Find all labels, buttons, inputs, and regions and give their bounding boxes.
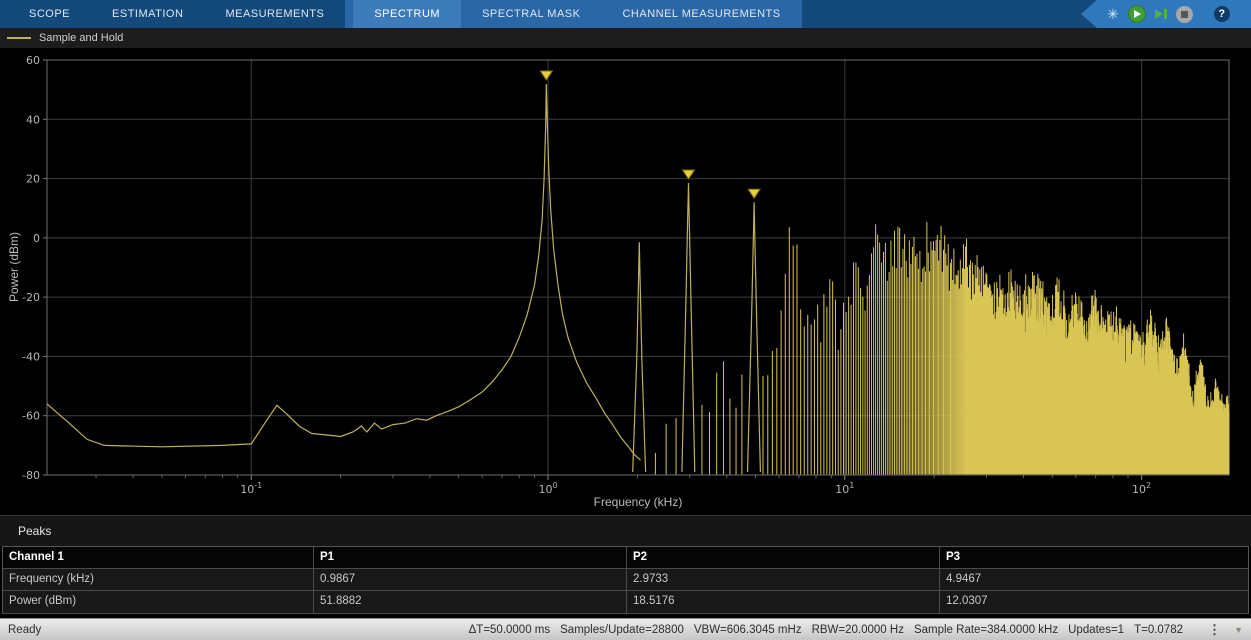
toolbar: SCOPE ESTIMATION MEASUREMENTS SPECTRUM S… [0, 0, 1251, 28]
plot-region: 60 40 20 0 -20 -40 -60 -80 10-1 100 101 102 Frequen… [0, 48, 1251, 515]
peak-marker [683, 170, 695, 179]
frequency-p3: 4.9467 [940, 569, 1248, 591]
table-row-power: Power (dBm) 51.8882 18.5176 12.0307 [3, 591, 1248, 613]
status-updates: Updates=1 [1068, 624, 1124, 636]
power-p3: 12.0307 [940, 591, 1248, 613]
simulink-icon[interactable]: ✳ [1107, 7, 1119, 21]
peak-skirt [633, 242, 646, 472]
step-forward-icon [1155, 9, 1163, 19]
y-tick-label: -20 [22, 291, 40, 304]
status-sample-rate: Sample Rate=384.0000 kHz [914, 624, 1058, 636]
frequency-p2: 2.9733 [627, 569, 940, 591]
y-tick-label: -80 [22, 469, 40, 482]
x-tick-label: 101 [835, 481, 854, 496]
spectrum-trace [47, 84, 641, 460]
peaks-table-header-row: Channel 1 P1 P2 P3 [3, 547, 1248, 569]
spike-comb [655, 222, 1229, 475]
spectrum-analyzer-window: SCOPE ESTIMATION MEASUREMENTS SPECTRUM S… [0, 0, 1251, 640]
table-row-frequency: Frequency (kHz) 0.9867 2.9733 4.9467 [3, 569, 1248, 591]
tab-measurements[interactable]: MEASUREMENTS [204, 0, 345, 28]
peaks-panel-header: Peaks [0, 515, 1251, 546]
peak-marker [540, 71, 552, 80]
peak-marker [748, 189, 760, 198]
tab-scope[interactable]: SCOPE [8, 0, 91, 28]
y-tick-label: 40 [26, 113, 40, 126]
header-channel: Channel 1 [3, 547, 314, 569]
tab-spectral-mask[interactable]: SPECTRAL MASK [461, 0, 601, 28]
y-tick-label: 20 [26, 173, 40, 186]
power-p1: 51.8882 [314, 591, 627, 613]
header-p2: P2 [627, 547, 940, 569]
x-tick-label: 102 [1132, 481, 1151, 496]
status-state: Ready [8, 624, 41, 636]
y-tick-label: 0 [33, 232, 40, 245]
y-tick-label: 60 [26, 54, 40, 67]
stop-icon [1181, 11, 1188, 18]
status-bar: Ready ΔT=50.0000 ms Samples/Update=28800… [0, 618, 1251, 640]
header-p3: P3 [940, 547, 1248, 569]
status-time: T=0.0782 [1134, 624, 1183, 636]
status-vbw: VBW=606.3045 mHz [694, 624, 802, 636]
kebab-menu-icon[interactable]: ⋮ [1208, 622, 1221, 638]
tab-estimation[interactable]: ESTIMATION [91, 0, 204, 28]
tab-channel-measurements[interactable]: CHANNEL MEASUREMENTS [601, 0, 801, 28]
play-icon [1134, 10, 1141, 18]
row-label: Power (dBm) [3, 591, 314, 613]
simulation-controls-banner: ✳ ? [1081, 0, 1251, 28]
collapse-arrow-icon[interactable]: ▼ [1234, 625, 1243, 635]
status-dt: ΔT=50.0000 ms [469, 624, 551, 636]
tab-spectrum[interactable]: SPECTRUM [353, 0, 461, 28]
spectrum-plot-canvas[interactable]: 60 40 20 0 -20 -40 -60 -80 10-1 100 101 102 [0, 48, 1251, 515]
status-samples-per-update: Samples/Update=28800 [560, 624, 684, 636]
peak-skirt [682, 183, 695, 472]
x-tick-label: 10-1 [240, 481, 262, 496]
status-metrics: ΔT=50.0000 ms Samples/Update=28800 VBW=6… [469, 624, 1183, 636]
legend-label: Sample and Hold [39, 32, 123, 44]
row-label: Frequency (kHz) [3, 569, 314, 591]
stop-button[interactable] [1176, 6, 1193, 23]
y-tick-label: -60 [22, 410, 40, 423]
header-p1: P1 [314, 547, 627, 569]
status-rbw: RBW=20.0000 Hz [812, 624, 904, 636]
x-tick-label: 100 [538, 481, 557, 496]
help-button[interactable]: ? [1214, 6, 1230, 22]
frequency-p1: 0.9867 [314, 569, 627, 591]
y-tick-label: -40 [22, 350, 40, 363]
peaks-table: Channel 1 P1 P2 P3 Frequency (kHz) 0.986… [2, 546, 1249, 614]
legend-line-sample [7, 37, 31, 39]
step-forward-button[interactable] [1155, 9, 1167, 19]
y-axis-label: Power (dBm) [7, 232, 21, 302]
contextual-tab-group: SPECTRUM SPECTRAL MASK CHANNEL MEASUREME… [345, 0, 801, 28]
power-p2: 18.5176 [627, 591, 940, 613]
legend-bar: Sample and Hold [0, 28, 1251, 48]
x-axis-label: Frequency (kHz) [47, 495, 1229, 509]
run-button[interactable] [1128, 5, 1146, 23]
peaks-panel-title: Peaks [18, 524, 51, 538]
peak-skirt [748, 202, 761, 472]
